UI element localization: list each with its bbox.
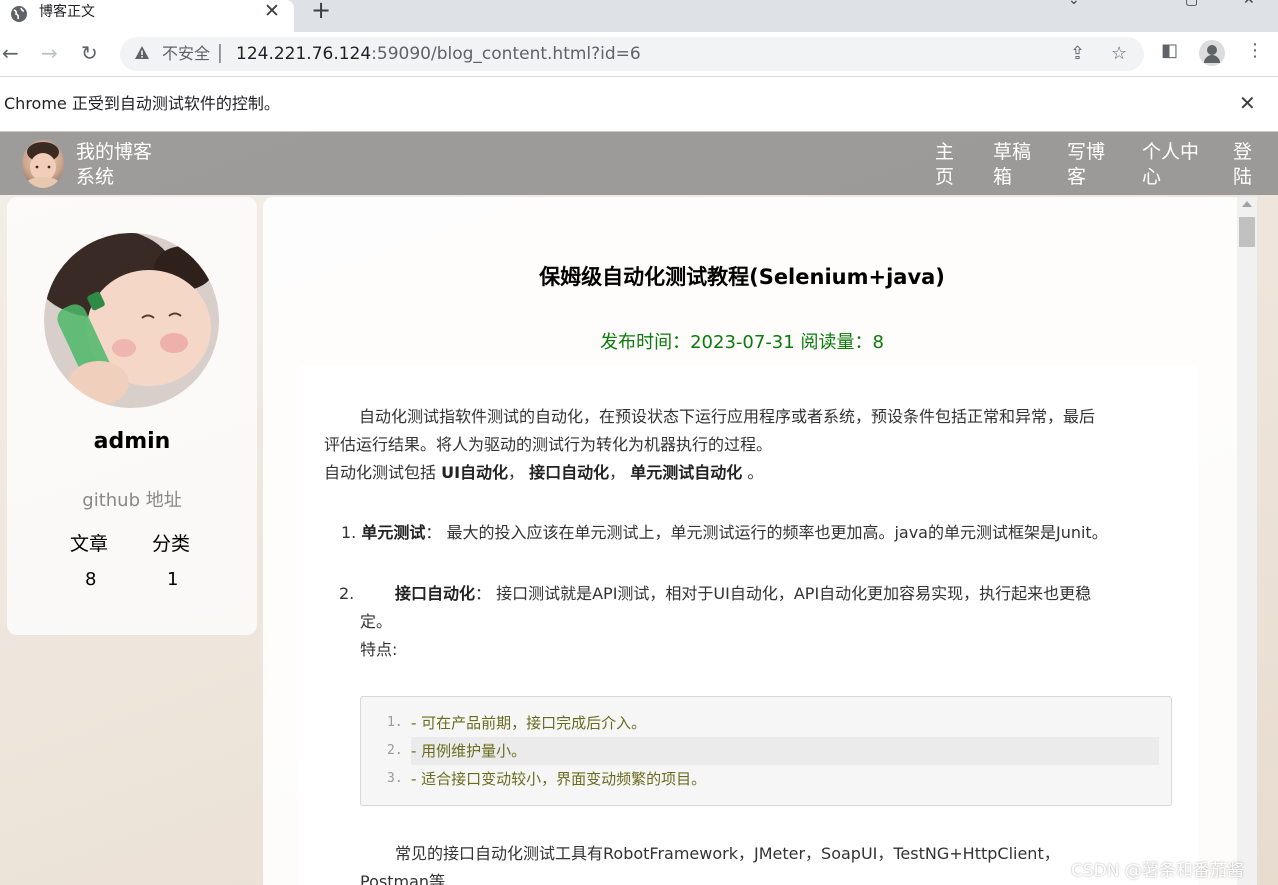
profile-avatar bbox=[44, 233, 219, 408]
site-logo-avatar bbox=[22, 140, 64, 188]
new-tab-icon[interactable]: + bbox=[311, 0, 331, 22]
features-label: 特点: bbox=[360, 640, 398, 659]
tools-paragraph-line1: 常见的接口自动化测试工具有RobotFramework，JMeter，SoapU… bbox=[395, 844, 1060, 863]
scroll-thumb[interactable] bbox=[1239, 217, 1255, 247]
article-meta: 发布时间：2023-07-31 阅读量：8 bbox=[600, 332, 884, 353]
stat-label-articles: 文章 bbox=[70, 533, 109, 555]
profile-username: admin bbox=[93, 429, 171, 454]
baby-photo-icon bbox=[25, 142, 61, 188]
nav-link-home[interactable]: 主页 bbox=[935, 140, 957, 190]
nav-link-write[interactable]: 写博客 bbox=[1067, 140, 1109, 190]
menu-kebab-icon[interactable]: ⋮ bbox=[1246, 40, 1264, 61]
warning-icon bbox=[135, 46, 149, 59]
maximize-icon[interactable]: ▢ bbox=[1185, 0, 1198, 8]
intro-paragraph-line1: 自动化测试指软件测试的自动化，在预设状态下运行应用程序或者系统，预设条件包括正常… bbox=[359, 407, 1096, 426]
infobar-close-icon[interactable]: ✕ bbox=[1239, 91, 1256, 115]
bookmark-star-icon[interactable]: ☆ bbox=[1111, 43, 1127, 64]
minimize-icon[interactable]: ⌄ bbox=[1068, 0, 1080, 8]
code-line: 2. - 用例维护量小。 bbox=[387, 737, 1159, 765]
article-title: 保姆级自动化测试教程(Selenium+java) bbox=[539, 265, 945, 289]
list-item-continuation: 定。 bbox=[360, 612, 393, 631]
intro-paragraph-line3: 自动化测试包括 UI自动化， 接口自动化， 单元测试自动化 。 bbox=[324, 463, 764, 482]
url-text[interactable]: 124.221.76.124:59090/blog_content.html?i… bbox=[236, 44, 641, 64]
tab-close-icon[interactable]: ✕ bbox=[264, 0, 280, 22]
avatar-photo-icon bbox=[44, 233, 219, 408]
window-close-icon[interactable]: ✕ bbox=[1243, 0, 1255, 8]
globe-icon bbox=[11, 6, 27, 22]
tab-title: 博客正文 bbox=[39, 4, 95, 20]
browser-toolbar: ← → ↻ 不安全 │ 124.221.76.124:59090/blog_co… bbox=[0, 32, 1278, 76]
nav-link-profile[interactable]: 个人中心 bbox=[1142, 140, 1204, 190]
url-path: :59090/blog_content.html?id=6 bbox=[371, 44, 641, 64]
site-title[interactable]: 我的博客系统 bbox=[76, 140, 166, 190]
insecure-label[interactable]: 不安全 │ bbox=[162, 44, 225, 64]
stat-value-articles: 8 bbox=[85, 569, 97, 590]
address-bar[interactable]: 不安全 │ 124.221.76.124:59090/blog_content.… bbox=[120, 37, 1144, 71]
code-block: 1. - 可在产品前期，接口完成后介入。 2. - 用例维护量小。 3. - 适合接口… bbox=[360, 696, 1172, 806]
forward-icon[interactable]: → bbox=[41, 41, 58, 65]
back-icon[interactable]: ← bbox=[2, 41, 19, 65]
watermark: CSDN @薯条和番茄酱 bbox=[1071, 861, 1244, 881]
stat-value-categories: 1 bbox=[167, 569, 179, 590]
scroll-up-arrow-icon[interactable] bbox=[1242, 201, 1252, 207]
reload-icon[interactable]: ↻ bbox=[81, 41, 98, 65]
stat-label-categories: 分类 bbox=[152, 533, 191, 555]
infobar-text: Chrome 正受到自动测试软件的控制。 bbox=[4, 94, 280, 113]
tools-paragraph-line2: Postman等 bbox=[360, 872, 446, 885]
site-navbar: 我的博客系统 主页 草稿箱 写博客 个人中心 登陆 bbox=[0, 132, 1278, 195]
list-item: 1. 单元测试： 最大的投入应该在单元测试上，单元测试运行的频率也更加高。jav… bbox=[341, 523, 1108, 542]
code-line: 3. - 适合接口变动较小，界面变动频繁的项目。 bbox=[387, 770, 707, 788]
article-body: 自动化测试指软件测试的自动化，在预设状态下运行应用程序或者系统，预设条件包括正常… bbox=[299, 365, 1198, 885]
profile-icon[interactable] bbox=[1199, 40, 1225, 66]
active-tab[interactable]: 博客正文 ✕ bbox=[0, 0, 294, 32]
nav-link-login[interactable]: 登陆 bbox=[1233, 140, 1255, 190]
share-icon[interactable]: ⇪ bbox=[1070, 43, 1085, 64]
url-host: 124.221.76.124 bbox=[236, 44, 372, 64]
side-panel-icon[interactable]: ◧ bbox=[1161, 40, 1178, 61]
intro-paragraph-line2: 评估运行结果。将人为驱动的测试行为转化为机器执行的过程。 bbox=[324, 435, 773, 454]
profile-card: admin github 地址 文章 分类 8 1 bbox=[7, 197, 257, 635]
list-item-number: 2. bbox=[339, 584, 355, 603]
article-container: 保姆级自动化测试教程(Selenium+java) 发布时间：2023-07-3… bbox=[263, 197, 1256, 885]
tab-strip: 博客正文 ✕ + ⌄ ▢ ✕ bbox=[0, 0, 1278, 32]
vertical-scrollbar[interactable] bbox=[1237, 197, 1257, 885]
list-item: 接口自动化： 接口测试就是API测试，相对于UI自动化，API自动化更加容易实现… bbox=[395, 584, 1092, 603]
automation-infobar: Chrome 正受到自动测试软件的控制。 ✕ bbox=[0, 76, 1278, 132]
page-body: 我的博客系统 主页 草稿箱 写博客 个人中心 登陆 admin github 地… bbox=[0, 132, 1278, 885]
nav-link-drafts[interactable]: 草稿箱 bbox=[993, 140, 1035, 190]
code-line: 1. - 可在产品前期，接口完成后介入。 bbox=[387, 714, 647, 732]
github-link[interactable]: github 地址 bbox=[7, 486, 257, 512]
